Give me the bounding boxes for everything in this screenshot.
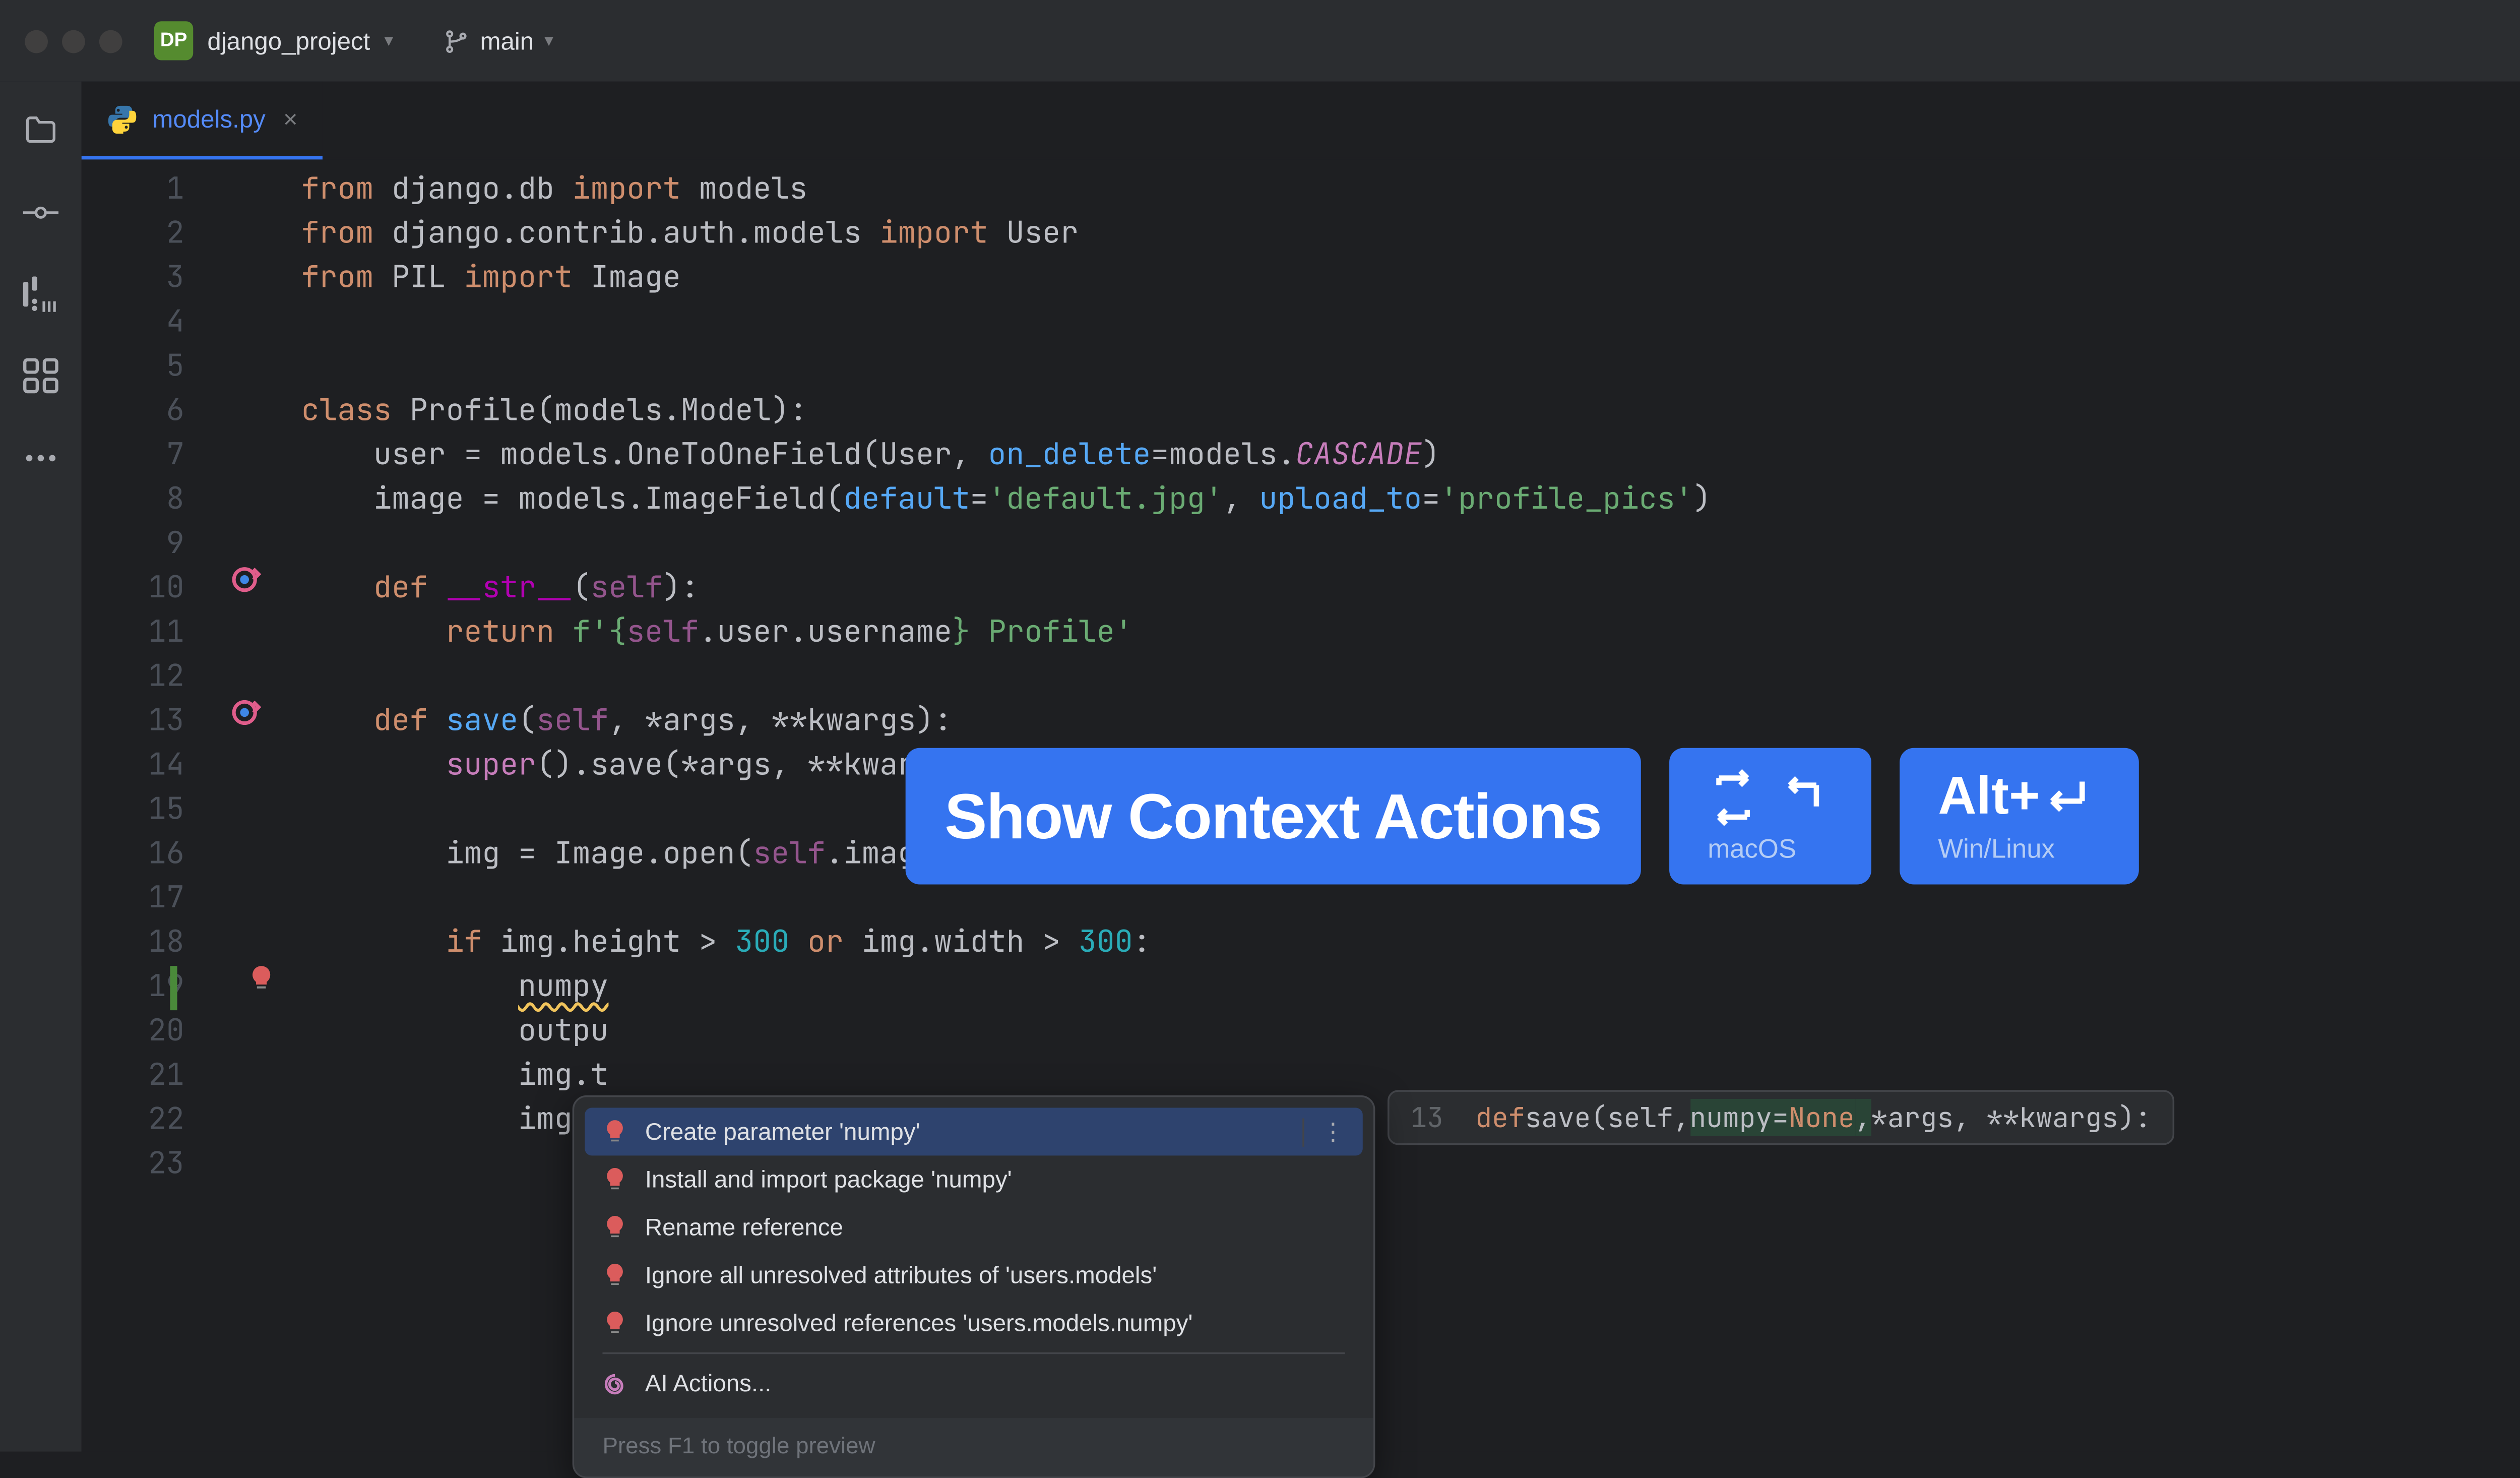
error-bulb-icon <box>602 1311 627 1335</box>
structure-tool-icon[interactable] <box>23 276 58 312</box>
maximize-window-dot[interactable] <box>99 29 122 52</box>
error-bulb-icon <box>602 1167 627 1192</box>
override-icon[interactable] <box>230 564 262 595</box>
action-ignore-ref[interactable]: Ignore unresolved references 'users.mode… <box>585 1299 1363 1347</box>
branch-selector[interactable]: main ▾ <box>443 27 553 55</box>
action-rename-reference[interactable]: Rename reference <box>585 1203 1363 1251</box>
menu-separator <box>602 1352 1345 1354</box>
minimize-window-dot[interactable] <box>62 29 85 52</box>
line-numbers: 1234567891011121314151617181920212223 <box>82 159 223 1451</box>
tab-models[interactable]: models.py × <box>82 82 323 160</box>
action-install-import[interactable]: Install and import package 'numpy' <box>585 1155 1363 1203</box>
preview-line-num: 13 <box>1411 1099 1443 1136</box>
action-create-parameter[interactable]: Create parameter 'numpy' ⋮ <box>585 1108 1363 1156</box>
traffic-lights <box>25 29 122 52</box>
ai-spiral-icon <box>602 1371 627 1396</box>
more-options-icon[interactable]: ⋮ <box>1302 1118 1345 1146</box>
action-ai-actions[interactable]: AI Actions... <box>585 1360 1363 1407</box>
error-bulb-icon <box>602 1215 627 1240</box>
chevron-down-icon: ▾ <box>384 31 393 51</box>
chevron-down-icon: ▾ <box>544 31 553 51</box>
gutter-change-marker <box>170 966 177 1010</box>
override-icon[interactable] <box>230 697 262 728</box>
activity-bar <box>0 82 82 1452</box>
popup-footer-hint: Press F1 to toggle preview <box>574 1418 1373 1476</box>
editor-tabs: models.py × <box>82 82 2520 160</box>
python-file-icon <box>106 103 138 135</box>
enter-key-icon <box>2044 776 2101 819</box>
callout-os-winlinux: Win/Linux <box>1938 835 2100 865</box>
mac-shortcut-icon <box>1708 767 1832 828</box>
close-window-dot[interactable] <box>25 29 48 52</box>
services-tool-icon[interactable] <box>23 358 58 393</box>
error-bulb-icon[interactable] <box>248 964 280 996</box>
branch-name: main <box>480 27 534 55</box>
project-selector[interactable]: DP django_project ▾ <box>154 21 393 60</box>
keyboard-shortcut-callout: Show Context Actions macOS Alt+ <box>906 748 2139 885</box>
intention-preview: 13 def save(self, numpy=None, *args, **k… <box>1388 1090 2174 1145</box>
commit-tool-icon[interactable] <box>23 195 58 230</box>
project-tool-icon[interactable] <box>23 113 58 149</box>
close-icon[interactable]: × <box>283 104 298 133</box>
context-actions-popup: Create parameter 'numpy' ⋮ Install and i… <box>573 1095 1375 1478</box>
action-ignore-all[interactable]: Ignore all unresolved attributes of 'use… <box>585 1251 1363 1299</box>
project-badge: DP <box>154 21 193 60</box>
callout-os-mac: macOS <box>1708 835 1832 865</box>
error-bulb-icon <box>602 1263 627 1287</box>
error-bulb-icon <box>602 1119 627 1144</box>
tab-label: models.py <box>152 104 265 133</box>
titlebar: DP django_project ▾ main ▾ <box>0 0 2520 82</box>
project-name: django_project <box>207 27 370 55</box>
more-tool-icon[interactable] <box>23 440 58 475</box>
callout-title: Show Context Actions <box>944 779 1601 853</box>
branch-icon <box>443 27 470 54</box>
